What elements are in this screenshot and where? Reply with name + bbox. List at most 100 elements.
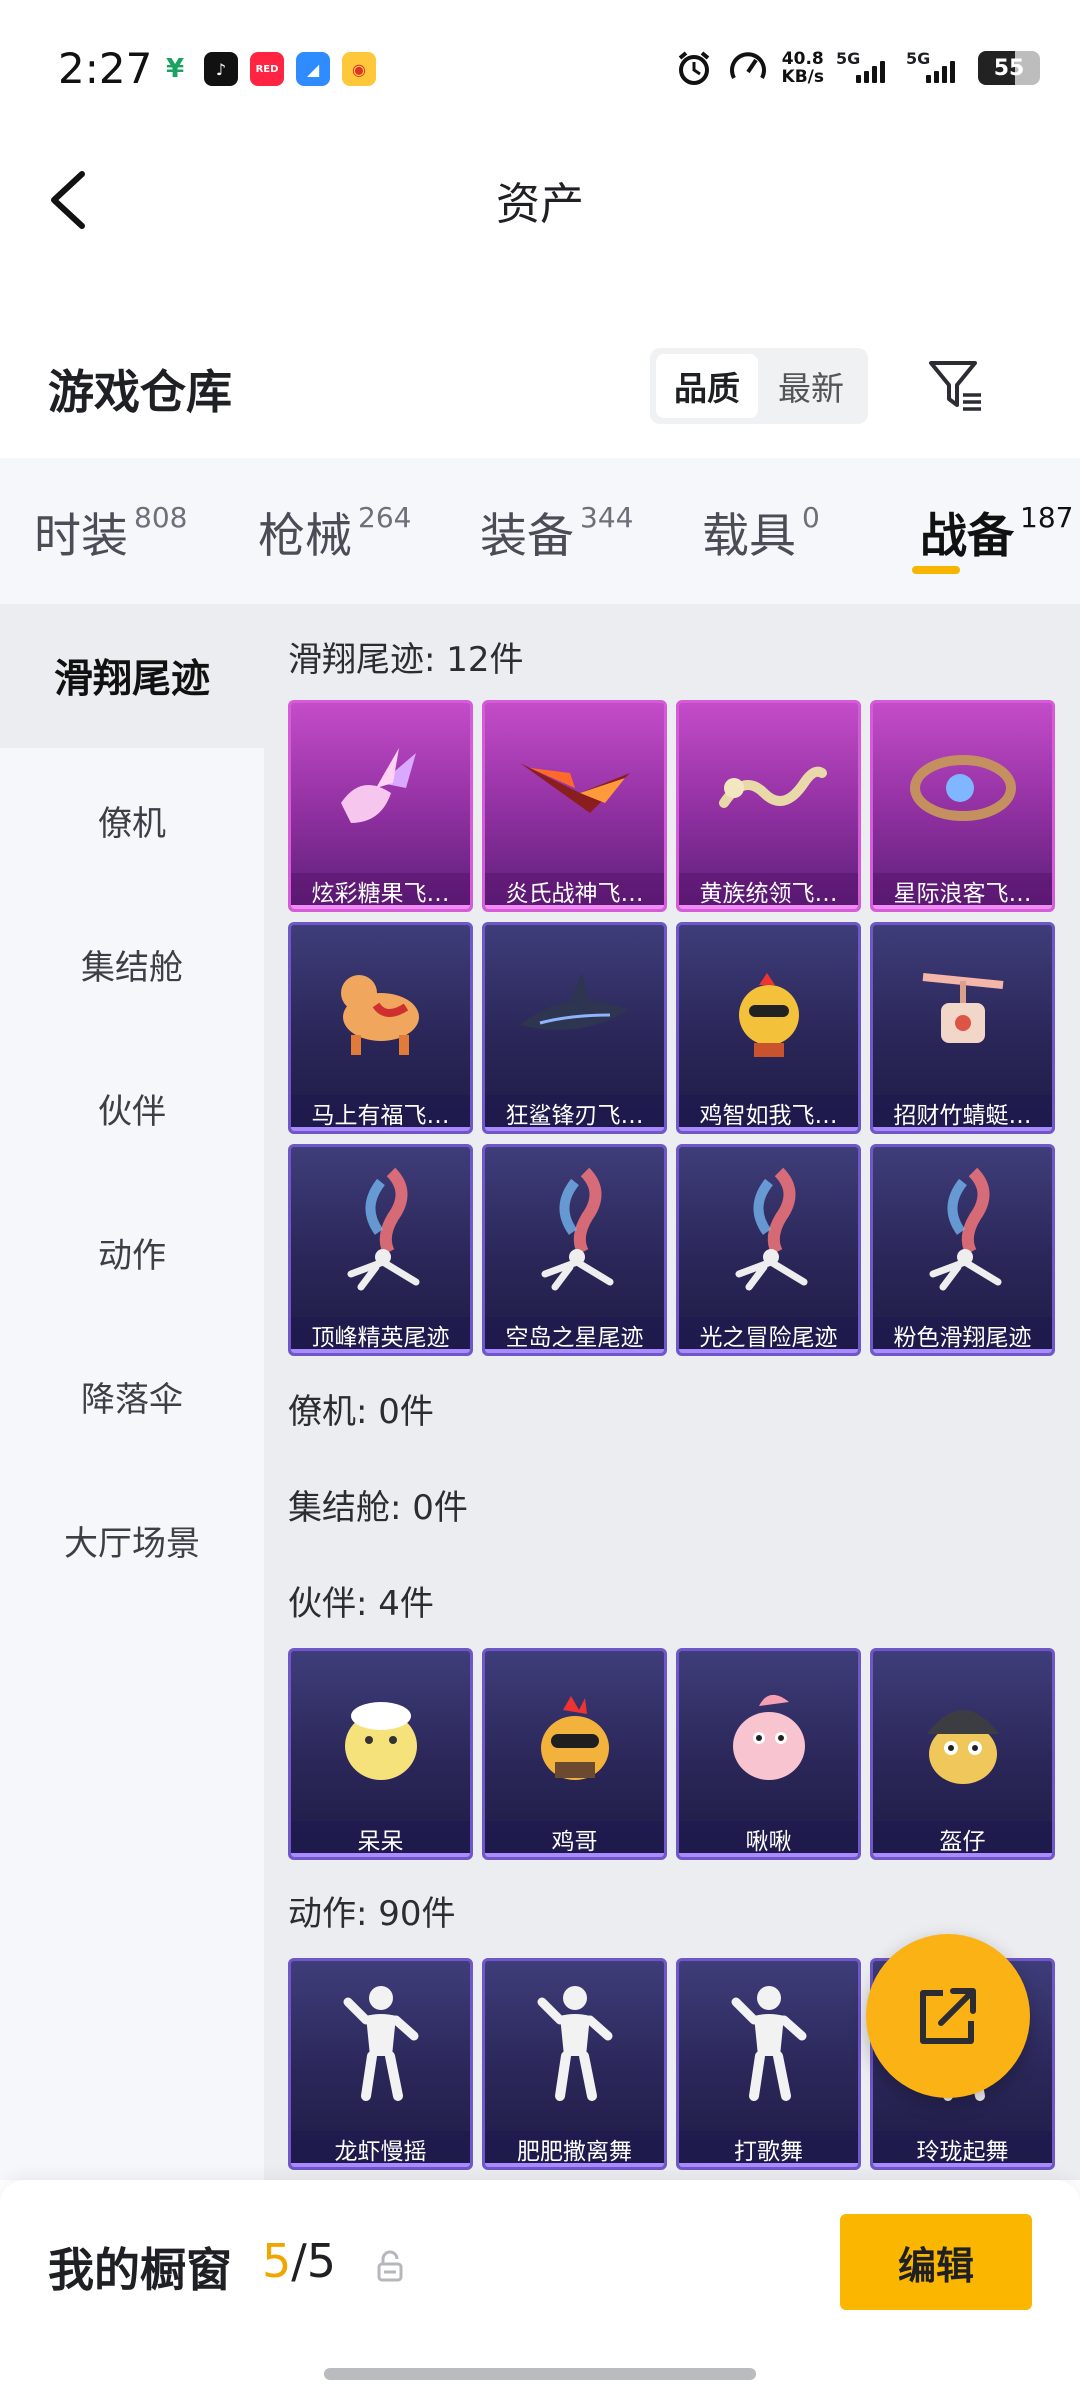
sidebar-item-emote[interactable]: 动作	[0, 1180, 264, 1324]
item-name: 鸡智如我飞…	[679, 1095, 858, 1131]
sidebar-item-parachute[interactable]: 降落伞	[0, 1324, 264, 1468]
filter-button[interactable]	[920, 350, 990, 420]
rarity-strip	[485, 1853, 664, 1857]
rarity-strip	[873, 1127, 1052, 1131]
edit-button[interactable]: 编辑	[840, 2214, 1032, 2310]
post-app-icon: ¥	[158, 52, 192, 86]
partner-row: 呆呆 鸡哥 啾啾 盔仔	[288, 1648, 1055, 1860]
filter-icon	[929, 361, 981, 411]
smoke-trail-icon	[485, 1147, 664, 1317]
item-card[interactable]: 狂鲨锋刃飞…	[482, 922, 667, 1134]
candy-wing-icon	[291, 703, 470, 873]
tiktok-icon: ♪	[204, 52, 238, 86]
dragon-icon	[679, 703, 858, 873]
item-name: 粉色滑翔尾迹	[873, 1317, 1052, 1353]
sidebar-item-pod[interactable]: 集结舱	[0, 892, 264, 1036]
speedometer-icon	[729, 52, 766, 79]
tab-guns[interactable]: 枪械 264	[224, 458, 446, 604]
flame-wing-icon	[485, 703, 664, 873]
sidebar-item-partner[interactable]: 伙伴	[0, 1036, 264, 1180]
dance-icon	[679, 1961, 858, 2131]
sidebar-item-drone[interactable]: 僚机	[0, 748, 264, 892]
chick-icon	[291, 1651, 470, 1821]
item-card[interactable]: 空岛之星尾迹	[482, 1144, 667, 1356]
item-card[interactable]: 炫彩糖果飞…	[288, 700, 473, 912]
item-card[interactable]: 鸡哥	[482, 1648, 667, 1860]
browser-icon: ◢	[296, 52, 330, 86]
item-name: 龙虾慢摇	[291, 2131, 470, 2167]
item-card[interactable]: 星际浪客飞…	[870, 700, 1055, 912]
share-out-icon	[920, 1988, 976, 2044]
page-title: 资产	[496, 179, 584, 230]
item-card[interactable]: 粉色滑翔尾迹	[870, 1144, 1055, 1356]
item-card[interactable]: 打歌舞	[676, 1958, 861, 2170]
rarity-strip	[485, 1349, 664, 1353]
xiaohongshu-icon: RED	[250, 52, 284, 86]
bamboo-copter-icon	[873, 925, 1052, 1095]
item-name: 马上有福飞…	[291, 1095, 470, 1131]
battery-icon: 55	[978, 51, 1040, 85]
item-card[interactable]: 龙虾慢摇	[288, 1958, 473, 2170]
item-card[interactable]: 马上有福飞…	[288, 922, 473, 1134]
rarity-strip	[679, 1349, 858, 1353]
notification-icons: ¥ ♪ RED ◢ ◉	[158, 52, 376, 86]
tab-combat-prep[interactable]: 战备 187	[890, 458, 1078, 604]
dance-icon	[485, 1961, 664, 2131]
dance-icon	[291, 1961, 470, 2131]
item-name: 顶峰精英尾迹	[291, 1317, 470, 1353]
sidebar-item-lobby-scene[interactable]: 大厅场景	[0, 1468, 264, 1612]
alarm-icon	[678, 51, 709, 85]
rooster-icon	[485, 1651, 664, 1821]
item-name: 招财竹蜻蜓…	[873, 1095, 1052, 1131]
share-button[interactable]	[866, 1934, 1030, 2098]
item-card[interactable]: 光之冒险尾迹	[676, 1144, 861, 1356]
tab-gear[interactable]: 装备 344	[446, 458, 668, 604]
rarity-strip	[291, 1349, 470, 1353]
rarity-strip	[679, 1127, 858, 1131]
warehouse-header: 游戏仓库 品质 最新	[0, 330, 1080, 440]
item-name: 鸡哥	[485, 1821, 664, 1857]
rarity-strip	[873, 1349, 1052, 1353]
item-card[interactable]: 啾啾	[676, 1648, 861, 1860]
item-name: 炎氏战神飞…	[485, 873, 664, 909]
item-card[interactable]: 顶峰精英尾迹	[288, 1144, 473, 1356]
showcase-bar: 我的橱窗 5/5 编辑	[0, 2180, 1080, 2400]
category-tabs: 时装 808 枪械 264 装备 344 载具 0 战备 187	[0, 458, 1080, 604]
signal-icon-2: 5G	[906, 49, 964, 83]
shark-icon	[485, 925, 664, 1095]
item-name: 星际浪客飞…	[873, 873, 1052, 909]
sort-latest-button[interactable]: 最新	[760, 354, 862, 418]
network-speed: 40.8 KB/s	[781, 49, 824, 87]
item-card[interactable]: 炎氏战神飞…	[482, 700, 667, 912]
sidebar-item-glide-trail[interactable]: 滑翔尾迹	[0, 604, 264, 748]
item-card[interactable]: 肥肥撒离舞	[482, 1958, 667, 2170]
star-ring-icon	[873, 703, 1052, 873]
chicken-icon	[679, 925, 858, 1095]
partner-group-title: 伙伴: 4件	[288, 1584, 434, 1624]
sort-quality-button[interactable]: 品质	[656, 354, 758, 418]
smoke-trail-icon	[291, 1147, 470, 1317]
rarity-strip	[679, 1853, 858, 1857]
item-card[interactable]: 呆呆	[288, 1648, 473, 1860]
smoke-trail-icon	[679, 1147, 858, 1317]
sort-toggle: 品质 最新	[650, 348, 868, 424]
item-name: 啾啾	[679, 1821, 858, 1857]
item-card[interactable]: 黄族统领飞…	[676, 700, 861, 912]
item-name: 黄族统领飞…	[679, 873, 858, 909]
horse-icon	[291, 925, 470, 1095]
rarity-strip	[679, 2163, 858, 2167]
item-name: 狂鲨锋刃飞…	[485, 1095, 664, 1131]
item-name: 肥肥撒离舞	[485, 2131, 664, 2167]
item-card[interactable]: 盔仔	[870, 1648, 1055, 1860]
showcase-count: 5/5	[262, 2234, 337, 2288]
item-card[interactable]: 招财竹蜻蜓…	[870, 922, 1055, 1134]
rarity-strip	[485, 2163, 664, 2167]
tab-vehicles[interactable]: 载具 0	[668, 458, 890, 604]
item-card[interactable]: 鸡智如我飞…	[676, 922, 861, 1134]
item-name: 玲珑起舞	[873, 2131, 1052, 2167]
rarity-strip	[873, 905, 1052, 909]
tab-fashion[interactable]: 时装 808	[0, 458, 224, 604]
active-tab-indicator	[912, 566, 960, 574]
item-name: 盔仔	[873, 1821, 1052, 1857]
item-name: 空岛之星尾迹	[485, 1317, 664, 1353]
